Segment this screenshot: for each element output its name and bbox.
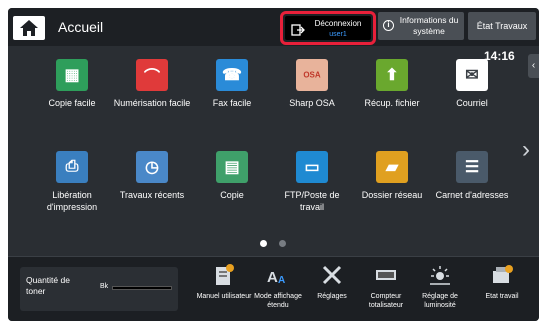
manual-icon: [212, 263, 236, 287]
toner-label: Quantité de toner: [26, 275, 70, 296]
svg-text:A: A: [278, 275, 285, 286]
address-book-icon: ☰: [456, 151, 488, 183]
app-recent-jobs[interactable]: ◷ Travaux récents: [112, 151, 192, 201]
app-label: Copie facile: [48, 98, 96, 108]
settings-icon: [320, 263, 344, 287]
toner-color-name: Bk: [100, 283, 109, 290]
home-icon: [20, 20, 38, 36]
page-title: Accueil: [58, 19, 104, 35]
app-easy-copy[interactable]: ▦ Copie facile: [32, 59, 112, 109]
app-file-retrieve[interactable]: ⬆ Récup. fichier: [352, 59, 432, 109]
app-label: Copie: [220, 190, 244, 200]
osa-icon: OSA: [296, 59, 328, 91]
logout-icon: [291, 24, 305, 36]
app-sharp-osa[interactable]: OSA Sharp OSA: [272, 59, 352, 109]
tool-label: Mode affichage étendu: [254, 293, 302, 309]
print-release-icon: ⎙: [56, 151, 88, 183]
app-label: Récup. fichier: [364, 98, 420, 108]
app-email[interactable]: ✉ Courriel: [432, 59, 512, 109]
app-easy-scan[interactable]: ⌒ Numérisation facile: [112, 59, 192, 109]
tool-job-status[interactable]: Etat travail: [474, 263, 530, 301]
mail-icon: ✉: [456, 59, 488, 91]
logout-label: Déconnexion: [314, 19, 362, 28]
app-address-book[interactable]: ☰ Carnet d'adresses: [432, 151, 512, 201]
system-info-button[interactable]: i Informations du système: [378, 12, 464, 40]
app-label: Courriel: [456, 98, 488, 108]
brightness-icon: [428, 263, 452, 287]
toner-level-bar: [112, 286, 172, 290]
app-label: Travaux récents: [119, 190, 185, 200]
copy-icon: ▤: [216, 151, 248, 183]
tool-settings[interactable]: Réglages: [304, 263, 360, 301]
app-label: Sharp OSA: [289, 98, 335, 108]
tool-display-mode[interactable]: AA Mode affichage étendu: [250, 263, 306, 310]
app-easy-fax[interactable]: ☎ Fax facile: [192, 59, 272, 109]
network-folder-icon: ▰: [376, 151, 408, 183]
app-label: Dossier réseau: [361, 190, 423, 200]
app-copy[interactable]: ▤ Copie: [192, 151, 272, 201]
job-status-icon: [490, 263, 514, 287]
tool-label: Manuel utilisateur: [196, 293, 252, 300]
app-label: Carnet d'adresses: [435, 190, 509, 200]
counter-icon: [374, 263, 398, 287]
tool-label: Etat travail: [485, 293, 519, 300]
info-icon: i: [383, 20, 394, 31]
logged-in-user: user1: [329, 31, 347, 38]
app-label: FTP/Poste de travail: [284, 190, 340, 212]
file-retrieve-icon: ⬆: [376, 59, 408, 91]
home-screen: Accueil Déconnexion user1 i Informations…: [8, 8, 539, 321]
ftp-desktop-icon: ▭: [296, 151, 328, 183]
system-info-label: Informations du système: [399, 15, 459, 36]
next-page-arrow-icon[interactable]: ›: [522, 136, 530, 164]
fax-icon: ☎: [216, 59, 248, 91]
home-button[interactable]: [13, 16, 45, 40]
svg-text:A: A: [267, 269, 278, 286]
app-network-folder[interactable]: ▰ Dossier réseau: [352, 151, 432, 201]
side-panel-tab[interactable]: ‹: [528, 54, 539, 78]
display-mode-icon: AA: [266, 263, 290, 287]
app-ftp-desktop[interactable]: ▭ FTP/Poste de travail: [272, 151, 352, 213]
scan-icon: ⌒: [136, 59, 168, 91]
tool-label: Réglage de luminosité: [422, 293, 458, 309]
tool-label: Compteur totalisateur: [368, 293, 404, 309]
top-bar: Accueil Déconnexion user1 i Informations…: [8, 8, 539, 46]
page-dot-active[interactable]: [260, 240, 267, 247]
app-label: Libération d'impression: [46, 190, 98, 212]
recent-jobs-icon: ◷: [136, 151, 168, 183]
tool-brightness[interactable]: Réglage de luminosité: [412, 263, 468, 310]
tool-user-manual[interactable]: Manuel utilisateur: [196, 263, 252, 301]
copy-icon: ▦: [56, 59, 88, 91]
app-print-release[interactable]: ⎙ Libération d'impression: [32, 151, 112, 213]
job-status-button[interactable]: État Travaux: [468, 12, 536, 40]
tool-counter[interactable]: Compteur totalisateur: [358, 263, 414, 310]
tool-label: Réglages: [317, 293, 347, 300]
app-label: Fax facile: [212, 98, 252, 108]
toner-level-panel: Quantité de toner Bk: [20, 267, 178, 311]
logout-button[interactable]: Déconnexion user1: [285, 16, 371, 40]
page-indicator: [260, 234, 298, 252]
bottom-panel: Quantité de toner Bk Manuel utilisateur …: [8, 256, 539, 321]
logout-highlight: Déconnexion user1: [280, 11, 376, 45]
app-label: Numérisation facile: [113, 98, 191, 108]
page-dot[interactable]: [279, 240, 286, 247]
